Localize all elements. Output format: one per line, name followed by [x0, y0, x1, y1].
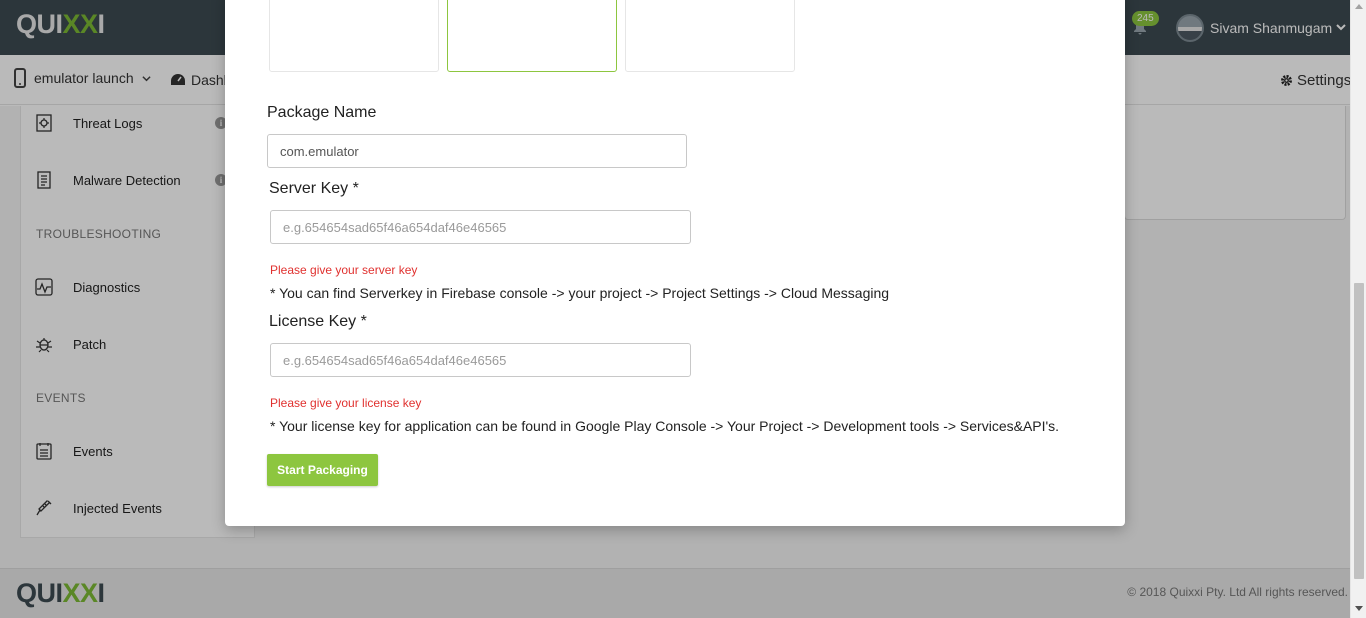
- license-key-error: Please give your license key: [270, 396, 422, 410]
- option-card-1[interactable]: [269, 0, 439, 72]
- start-packaging-button[interactable]: Start Packaging: [267, 454, 378, 486]
- packaging-modal: Package Name Server Key * Please give yo…: [225, 0, 1125, 526]
- license-key-hint: * Your license key for application can b…: [270, 418, 1060, 434]
- option-card-2-selected[interactable]: [447, 0, 617, 72]
- scrollbar-thumb[interactable]: [1354, 283, 1364, 579]
- scroll-down-arrow-icon[interactable]: [1355, 606, 1363, 611]
- server-key-label: Server Key *: [269, 180, 359, 197]
- page-scrollbar[interactable]: [1350, 0, 1366, 618]
- server-key-input[interactable]: [270, 210, 691, 244]
- package-name-input[interactable]: [267, 134, 687, 168]
- option-card-3[interactable]: [625, 0, 795, 72]
- license-key-input[interactable]: [270, 343, 691, 377]
- license-key-label: License Key *: [269, 313, 367, 330]
- server-key-hint: * You can find Serverkey in Firebase con…: [270, 285, 890, 301]
- server-key-error: Please give your server key: [270, 263, 418, 277]
- scroll-up-arrow-icon[interactable]: [1355, 4, 1363, 9]
- package-name-label: Package Name: [267, 104, 377, 121]
